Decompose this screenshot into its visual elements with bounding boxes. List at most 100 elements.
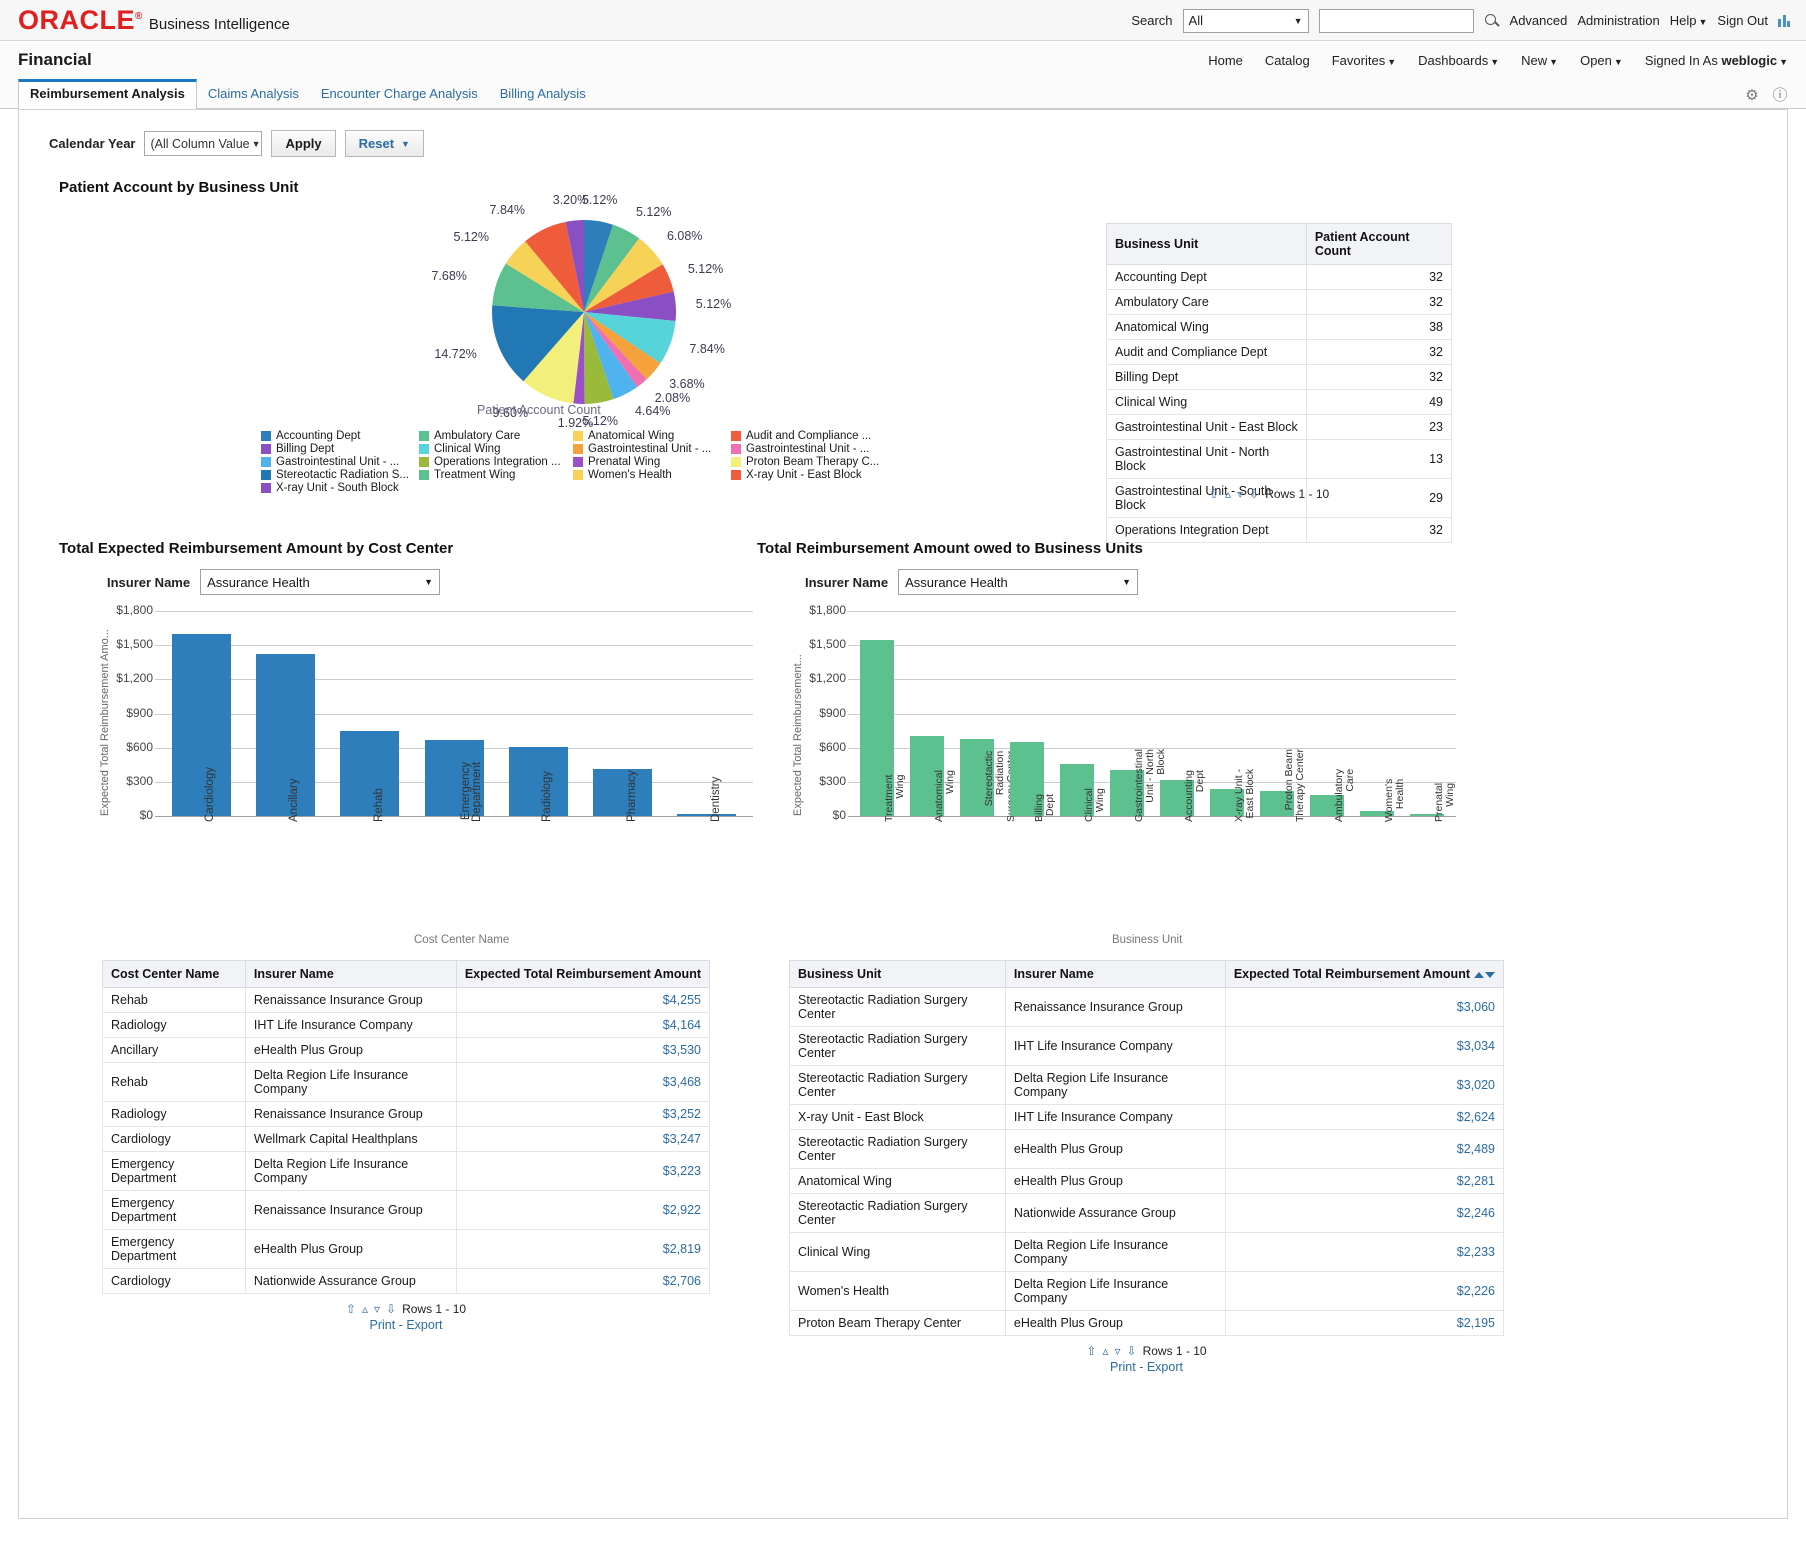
- export-link[interactable]: Export: [1147, 1360, 1183, 1374]
- bar[interactable]: [255, 654, 315, 816]
- administration-link[interactable]: Administration: [1577, 13, 1659, 28]
- legend-item[interactable]: Anatomical Wing: [573, 430, 725, 442]
- search-scope-select[interactable]: All ▼: [1182, 8, 1309, 33]
- legend-item[interactable]: Proton Beam Therapy C...: [731, 456, 879, 468]
- bars-icon[interactable]: [1778, 14, 1790, 27]
- bar[interactable]: [171, 633, 231, 816]
- col-business-unit[interactable]: Business Unit: [1106, 223, 1307, 265]
- nav-favorites[interactable]: Favorites ▼: [1332, 53, 1396, 68]
- cell-expected-total-reimbursement-amount[interactable]: $2,624: [1224, 1104, 1505, 1130]
- legend-item[interactable]: Clinical Wing: [419, 443, 567, 455]
- search-icon[interactable]: [1484, 13, 1500, 29]
- pie-slice-percent: 6.08%: [666, 228, 703, 243]
- cell-expected-total-reimbursement-amount[interactable]: $3,252: [455, 1101, 711, 1127]
- gear-icon[interactable]: ⚙: [1744, 88, 1760, 104]
- legend-item[interactable]: Prenatal Wing: [573, 456, 725, 468]
- bar[interactable]: [677, 814, 737, 816]
- chevron-down-icon: ▼: [1549, 56, 1559, 67]
- next-page-icon[interactable]: ▿: [1114, 1344, 1120, 1358]
- col-cost-center-name[interactable]: Cost Center Name: [102, 960, 246, 988]
- last-page-icon[interactable]: ⇩: [1249, 487, 1259, 501]
- next-page-icon[interactable]: ▿: [374, 1302, 380, 1316]
- first-page-icon[interactable]: ⇧: [1086, 1344, 1096, 1358]
- legend-item[interactable]: Gastrointestinal Unit - ...: [573, 443, 725, 455]
- table-row: Gastrointestinal Unit - North Block 13: [1106, 439, 1453, 479]
- nav-home[interactable]: Home: [1208, 53, 1243, 68]
- advanced-link[interactable]: Advanced: [1510, 13, 1568, 28]
- legend-item[interactable]: Ambulatory Care: [419, 430, 567, 442]
- sign-out-link[interactable]: Sign Out: [1717, 13, 1768, 28]
- print-link[interactable]: Print: [370, 1318, 396, 1332]
- prev-page-icon[interactable]: ▵: [1225, 487, 1231, 501]
- nav-catalog[interactable]: Catalog: [1265, 53, 1310, 68]
- cell-expected-total-reimbursement-amount[interactable]: $2,489: [1224, 1129, 1505, 1169]
- cell-expected-total-reimbursement-amount[interactable]: $2,706: [455, 1268, 711, 1294]
- cell-expected-total-reimbursement-amount[interactable]: $3,060: [1224, 987, 1505, 1027]
- cell-expected-total-reimbursement-amount[interactable]: $2,226: [1224, 1271, 1505, 1311]
- cell-expected-total-reimbursement-amount[interactable]: $3,530: [455, 1037, 711, 1063]
- nav-dashboards[interactable]: Dashboards ▼: [1418, 53, 1499, 68]
- cell-expected-total-reimbursement-amount[interactable]: $2,233: [1224, 1232, 1505, 1272]
- cell-expected-total-reimbursement-amount[interactable]: $3,020: [1224, 1065, 1505, 1105]
- signed-in-as[interactable]: Signed In As weblogic ▼: [1645, 53, 1788, 68]
- legend-item[interactable]: X-ray Unit - East Block: [731, 469, 879, 481]
- cell-expected-total-reimbursement-amount[interactable]: $3,247: [455, 1126, 711, 1152]
- legend-item[interactable]: Audit and Compliance ...: [731, 430, 879, 442]
- cell-expected-total-reimbursement-amount[interactable]: $2,922: [455, 1190, 711, 1230]
- cell-expected-total-reimbursement-amount[interactable]: $2,246: [1224, 1193, 1505, 1233]
- left-insurer-select[interactable]: Assurance Health ▼: [200, 569, 441, 595]
- cell-expected-total-reimbursement-amount[interactable]: $2,819: [455, 1229, 711, 1269]
- reset-button[interactable]: Reset ▼: [344, 130, 424, 157]
- cell-expected-total-reimbursement-amount[interactable]: $4,255: [455, 987, 711, 1013]
- legend-item[interactable]: Gastrointestinal Unit - ...: [731, 443, 879, 455]
- right-bar-chart[interactable]: Expected Total Reimbursement... $0 $300 $60…: [757, 603, 1517, 946]
- legend-item[interactable]: Billing Dept: [261, 443, 413, 455]
- col-patient-account-count[interactable]: Patient Account Count: [1305, 223, 1453, 265]
- legend-item[interactable]: Treatment Wing: [419, 469, 567, 481]
- nav-new[interactable]: New ▼: [1521, 53, 1558, 68]
- cell-expected-total-reimbursement-amount[interactable]: $4,164: [455, 1012, 711, 1038]
- apply-button[interactable]: Apply: [271, 130, 336, 157]
- cell-expected-total-reimbursement-amount[interactable]: $3,034: [1224, 1026, 1505, 1066]
- right-insurer-select[interactable]: Assurance Health ▼: [898, 569, 1139, 595]
- first-page-icon[interactable]: ⇧: [1209, 487, 1219, 501]
- prev-page-icon[interactable]: ▵: [362, 1302, 368, 1316]
- next-page-icon[interactable]: ▿: [1237, 487, 1243, 501]
- tab-billing-analysis[interactable]: Billing Analysis: [489, 82, 597, 108]
- bar[interactable]: [593, 769, 653, 816]
- bar[interactable]: [508, 746, 568, 816]
- tab-encounter-charge-analysis[interactable]: Encounter Charge Analysis: [310, 82, 489, 108]
- cell-expected-total-reimbursement-amount[interactable]: $2,195: [1224, 1310, 1505, 1336]
- cell-business-unit: Anatomical Wing: [1106, 314, 1307, 340]
- search-input[interactable]: [1318, 8, 1474, 33]
- legend-item[interactable]: Gastrointestinal Unit - ...: [261, 456, 413, 468]
- question-icon[interactable]: ⓘ: [1772, 88, 1788, 104]
- legend-item[interactable]: Stereotactic Radiation S...: [261, 469, 413, 481]
- cell-expected-total-reimbursement-amount[interactable]: $3,223: [455, 1151, 711, 1191]
- export-link[interactable]: Export: [406, 1318, 442, 1332]
- legend-item[interactable]: X-ray Unit - South Block: [261, 482, 413, 494]
- legend-item[interactable]: Women's Health: [573, 469, 725, 481]
- col-insurer-name[interactable]: Insurer Name: [244, 960, 457, 988]
- tab-reimbursement-analysis[interactable]: Reimbursement Analysis: [18, 79, 197, 109]
- col-business-unit[interactable]: Business Unit: [789, 960, 1006, 988]
- nav-open[interactable]: Open ▼: [1580, 53, 1623, 68]
- legend-item[interactable]: Operations Integration ...: [419, 456, 567, 468]
- help-menu[interactable]: Help ▼: [1670, 13, 1708, 28]
- bar[interactable]: [340, 731, 400, 816]
- last-page-icon[interactable]: ⇩: [386, 1302, 396, 1316]
- tab-claims-analysis[interactable]: Claims Analysis: [197, 82, 310, 108]
- print-link[interactable]: Print: [1110, 1360, 1136, 1374]
- legend-item[interactable]: Accounting Dept: [261, 430, 413, 442]
- calendar-year-select[interactable]: (All Column Value ▼: [144, 131, 263, 156]
- last-page-icon[interactable]: ⇩: [1127, 1344, 1137, 1358]
- sort-indicator[interactable]: [1474, 971, 1495, 978]
- cell-expected-total-reimbursement-amount[interactable]: $3,468: [455, 1062, 711, 1102]
- col-insurer-name[interactable]: Insurer Name: [1004, 960, 1226, 988]
- first-page-icon[interactable]: ⇧: [346, 1302, 356, 1316]
- col-expected-total-reimbursement-amount[interactable]: Expected Total Reimbursement Amount: [1224, 960, 1505, 988]
- prev-page-icon[interactable]: ▵: [1102, 1344, 1108, 1358]
- cell-expected-total-reimbursement-amount[interactable]: $2,281: [1224, 1168, 1505, 1194]
- left-bar-chart[interactable]: Expected Total Reimbursement Amo... $0 $30…: [59, 603, 759, 946]
- col-expected-total-reimbursement-amount[interactable]: Expected Total Reimbursement Amount: [455, 960, 711, 988]
